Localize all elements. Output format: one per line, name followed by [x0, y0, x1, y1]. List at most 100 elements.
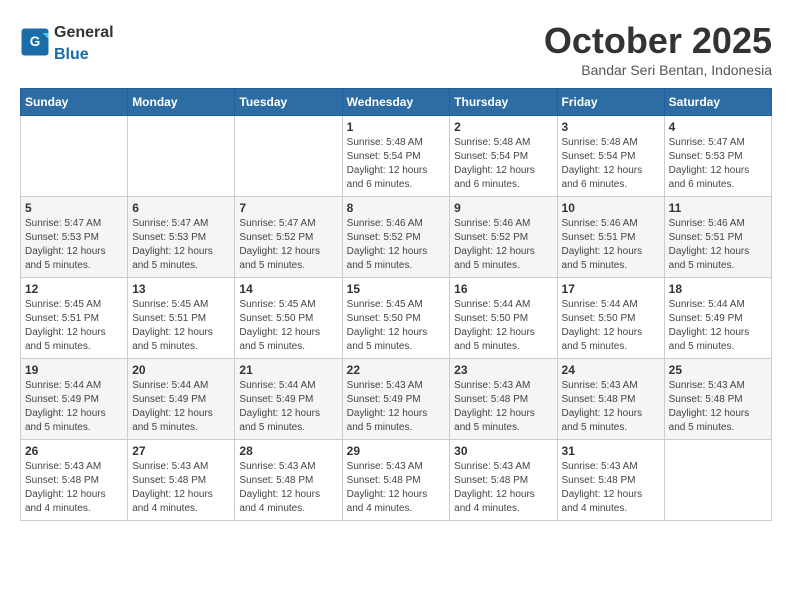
calendar-body: 1 Sunrise: 5:48 AM Sunset: 5:54 PM Daylig… [21, 116, 772, 521]
calendar-cell: 14 Sunrise: 5:45 AM Sunset: 5:50 PM Dayli… [235, 278, 342, 359]
day-number: 24 [562, 363, 660, 377]
day-number: 28 [239, 444, 337, 458]
header-day-wednesday: Wednesday [342, 89, 450, 116]
day-info: Sunrise: 5:44 AM Sunset: 5:50 PM Dayligh… [562, 298, 660, 354]
day-info: Sunrise: 5:43 AM Sunset: 5:49 PM Dayligh… [347, 379, 446, 435]
day-number: 21 [239, 363, 337, 377]
day-number: 27 [132, 444, 230, 458]
calendar-cell: 22 Sunrise: 5:43 AM Sunset: 5:49 PM Dayli… [342, 359, 450, 440]
day-info: Sunrise: 5:48 AM Sunset: 5:54 PM Dayligh… [562, 136, 660, 192]
calendar-cell: 13 Sunrise: 5:45 AM Sunset: 5:51 PM Dayli… [128, 278, 235, 359]
day-info: Sunrise: 5:47 AM Sunset: 5:53 PM Dayligh… [132, 217, 230, 273]
day-number: 20 [132, 363, 230, 377]
day-info: Sunrise: 5:45 AM Sunset: 5:51 PM Dayligh… [25, 298, 123, 354]
calendar-cell: 17 Sunrise: 5:44 AM Sunset: 5:50 PM Dayli… [557, 278, 664, 359]
calendar-cell: 21 Sunrise: 5:44 AM Sunset: 5:49 PM Dayli… [235, 359, 342, 440]
calendar-cell: 2 Sunrise: 5:48 AM Sunset: 5:54 PM Daylig… [450, 116, 557, 197]
day-number: 3 [562, 120, 660, 134]
title-section: October 2025 Bandar Seri Bentan, Indones… [544, 20, 772, 78]
day-number: 11 [669, 201, 767, 215]
day-info: Sunrise: 5:47 AM Sunset: 5:52 PM Dayligh… [239, 217, 337, 273]
calendar-table: SundayMondayTuesdayWednesdayThursdayFrid… [20, 88, 772, 521]
day-info: Sunrise: 5:44 AM Sunset: 5:49 PM Dayligh… [132, 379, 230, 435]
day-info: Sunrise: 5:43 AM Sunset: 5:48 PM Dayligh… [562, 379, 660, 435]
day-number: 13 [132, 282, 230, 296]
day-number: 17 [562, 282, 660, 296]
calendar-cell: 9 Sunrise: 5:46 AM Sunset: 5:52 PM Daylig… [450, 197, 557, 278]
calendar-cell: 30Sunrise: 5:43 AM Sunset: 5:48 PM Dayli… [450, 440, 557, 521]
day-number: 22 [347, 363, 446, 377]
day-info: Sunrise: 5:46 AM Sunset: 5:52 PM Dayligh… [347, 217, 446, 273]
day-info: Sunrise: 5:43 AM Sunset: 5:48 PM Dayligh… [454, 379, 552, 435]
calendar-cell: 1 Sunrise: 5:48 AM Sunset: 5:54 PM Daylig… [342, 116, 450, 197]
calendar-cell: 4Sunrise: 5:47 AM Sunset: 5:53 PM Daylig… [664, 116, 771, 197]
day-number: 12 [25, 282, 123, 296]
calendar-cell: 25Sunrise: 5:43 AM Sunset: 5:48 PM Dayli… [664, 359, 771, 440]
day-info: Sunrise: 5:47 AM Sunset: 5:53 PM Dayligh… [669, 136, 767, 192]
day-number: 2 [454, 120, 552, 134]
calendar-cell [664, 440, 771, 521]
day-info: Sunrise: 5:44 AM Sunset: 5:49 PM Dayligh… [239, 379, 337, 435]
calendar-cell [128, 116, 235, 197]
header-day-saturday: Saturday [664, 89, 771, 116]
day-number: 15 [347, 282, 446, 296]
day-info: Sunrise: 5:48 AM Sunset: 5:54 PM Dayligh… [347, 136, 446, 192]
month-title: October 2025 [544, 20, 772, 62]
calendar-cell: 20 Sunrise: 5:44 AM Sunset: 5:49 PM Dayli… [128, 359, 235, 440]
day-info: Sunrise: 5:46 AM Sunset: 5:52 PM Dayligh… [454, 217, 552, 273]
calendar-cell: 12 Sunrise: 5:45 AM Sunset: 5:51 PM Dayli… [21, 278, 128, 359]
day-number: 5 [25, 201, 123, 215]
day-number: 18 [669, 282, 767, 296]
day-info: Sunrise: 5:43 AM Sunset: 5:48 PM Dayligh… [669, 379, 767, 435]
calendar-cell: 31Sunrise: 5:43 AM Sunset: 5:48 PM Dayli… [557, 440, 664, 521]
calendar-cell [21, 116, 128, 197]
day-number: 26 [25, 444, 123, 458]
calendar-header: SundayMondayTuesdayWednesdayThursdayFrid… [21, 89, 772, 116]
day-number: 29 [347, 444, 446, 458]
calendar-cell: 29 Sunrise: 5:43 AM Sunset: 5:48 PM Dayli… [342, 440, 450, 521]
logo-general-text: General Blue [54, 20, 114, 64]
day-info: Sunrise: 5:46 AM Sunset: 5:51 PM Dayligh… [669, 217, 767, 273]
week-row-5: 26 Sunrise: 5:43 AM Sunset: 5:48 PM Dayli… [21, 440, 772, 521]
day-info: Sunrise: 5:43 AM Sunset: 5:48 PM Dayligh… [25, 460, 123, 516]
calendar-cell: 5 Sunrise: 5:47 AM Sunset: 5:53 PM Daylig… [21, 197, 128, 278]
day-number: 6 [132, 201, 230, 215]
day-number: 14 [239, 282, 337, 296]
location-subtitle: Bandar Seri Bentan, Indonesia [544, 62, 772, 78]
day-info: Sunrise: 5:45 AM Sunset: 5:51 PM Dayligh… [132, 298, 230, 354]
calendar-cell: 27 Sunrise: 5:43 AM Sunset: 5:48 PM Dayli… [128, 440, 235, 521]
week-row-3: 12 Sunrise: 5:45 AM Sunset: 5:51 PM Dayli… [21, 278, 772, 359]
day-info: Sunrise: 5:48 AM Sunset: 5:54 PM Dayligh… [454, 136, 552, 192]
day-info: Sunrise: 5:47 AM Sunset: 5:53 PM Dayligh… [25, 217, 123, 273]
day-number: 1 [347, 120, 446, 134]
calendar-cell: 3 Sunrise: 5:48 AM Sunset: 5:54 PM Daylig… [557, 116, 664, 197]
day-info: Sunrise: 5:43 AM Sunset: 5:48 PM Dayligh… [347, 460, 446, 516]
day-number: 16 [454, 282, 552, 296]
logo-icon: G [20, 27, 50, 57]
day-info: Sunrise: 5:46 AM Sunset: 5:51 PM Dayligh… [562, 217, 660, 273]
calendar-cell: 28 Sunrise: 5:43 AM Sunset: 5:48 PM Dayli… [235, 440, 342, 521]
header-day-monday: Monday [128, 89, 235, 116]
day-number: 30 [454, 444, 552, 458]
day-number: 31 [562, 444, 660, 458]
calendar-cell: 18 Sunrise: 5:44 AM Sunset: 5:49 PM Dayli… [664, 278, 771, 359]
day-number: 9 [454, 201, 552, 215]
day-info: Sunrise: 5:43 AM Sunset: 5:48 PM Dayligh… [132, 460, 230, 516]
day-info: Sunrise: 5:43 AM Sunset: 5:48 PM Dayligh… [239, 460, 337, 516]
calendar-cell: 16Sunrise: 5:44 AM Sunset: 5:50 PM Dayli… [450, 278, 557, 359]
header-row: SundayMondayTuesdayWednesdayThursdayFrid… [21, 89, 772, 116]
calendar-cell [235, 116, 342, 197]
calendar-cell: 15 Sunrise: 5:45 AM Sunset: 5:50 PM Dayli… [342, 278, 450, 359]
day-info: Sunrise: 5:44 AM Sunset: 5:49 PM Dayligh… [669, 298, 767, 354]
week-row-2: 5 Sunrise: 5:47 AM Sunset: 5:53 PM Daylig… [21, 197, 772, 278]
day-info: Sunrise: 5:45 AM Sunset: 5:50 PM Dayligh… [347, 298, 446, 354]
week-row-4: 19Sunrise: 5:44 AM Sunset: 5:49 PM Dayli… [21, 359, 772, 440]
week-row-1: 1 Sunrise: 5:48 AM Sunset: 5:54 PM Daylig… [21, 116, 772, 197]
day-info: Sunrise: 5:44 AM Sunset: 5:49 PM Dayligh… [25, 379, 123, 435]
day-number: 8 [347, 201, 446, 215]
calendar-cell: 10 Sunrise: 5:46 AM Sunset: 5:51 PM Dayli… [557, 197, 664, 278]
day-number: 10 [562, 201, 660, 215]
calendar-cell: 23Sunrise: 5:43 AM Sunset: 5:48 PM Dayli… [450, 359, 557, 440]
day-info: Sunrise: 5:45 AM Sunset: 5:50 PM Dayligh… [239, 298, 337, 354]
header-day-sunday: Sunday [21, 89, 128, 116]
